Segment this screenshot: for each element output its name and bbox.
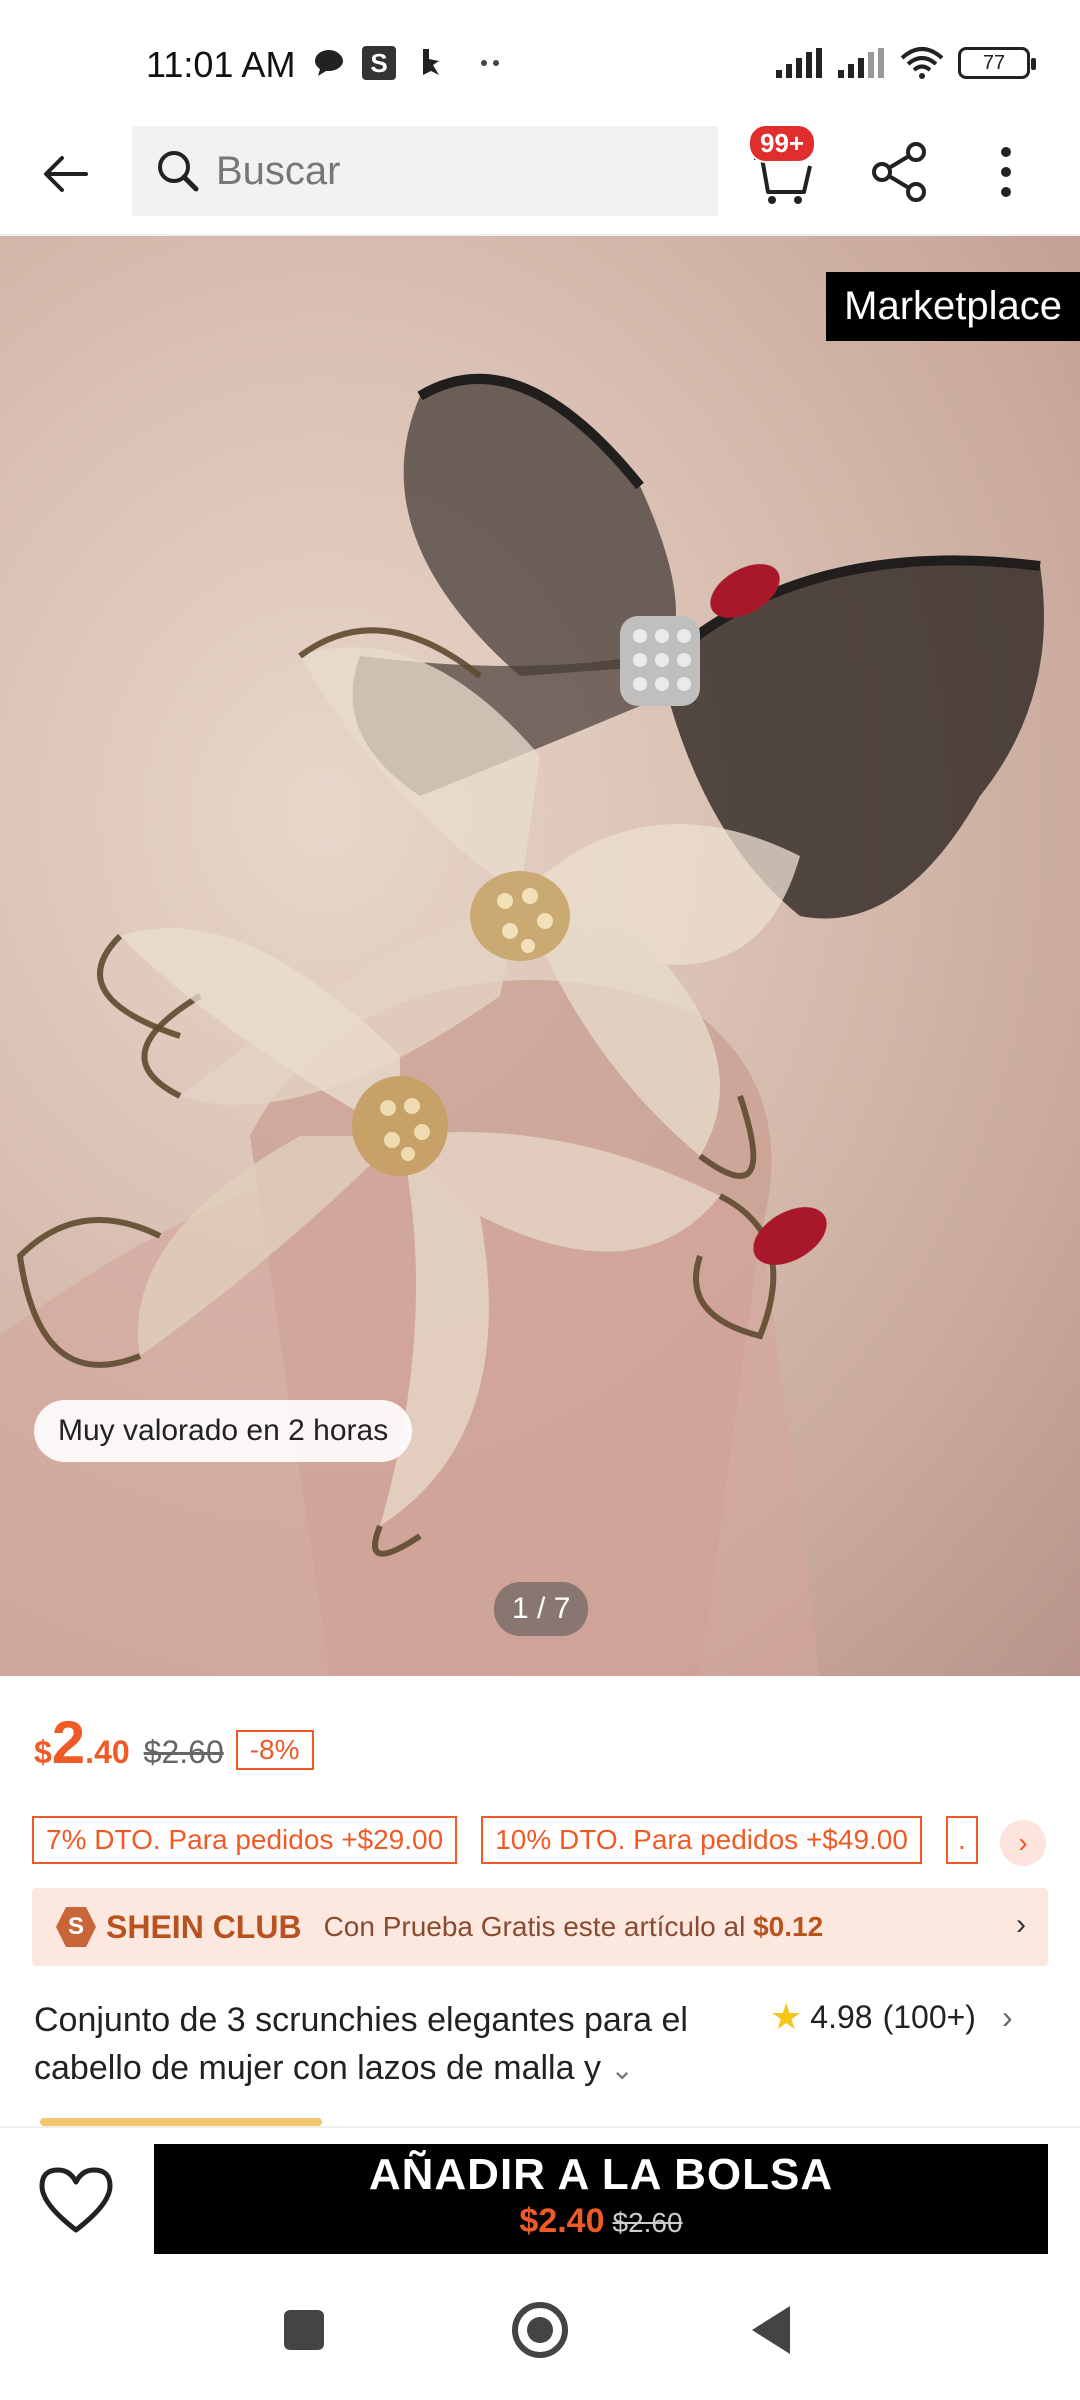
heart-icon bbox=[39, 2167, 113, 2233]
add-to-bag-price: $2.40 $2.60 bbox=[154, 2202, 1048, 2241]
cart-count-badge: 99+ bbox=[748, 124, 817, 163]
s-app-icon: S bbox=[362, 46, 396, 80]
chevron-right-icon: › bbox=[1018, 1827, 1028, 1858]
club-price: $0.12 bbox=[753, 1911, 824, 1942]
b-app-icon bbox=[414, 46, 448, 80]
club-name: SHEIN CLUB bbox=[106, 1908, 302, 1945]
chat-icon bbox=[312, 46, 346, 80]
club-offer-text: Con Prueba Gratis este artículo al $0.12 bbox=[324, 1911, 824, 1943]
status-right: 77 bbox=[776, 46, 1036, 80]
original-price: $2.60 bbox=[143, 1734, 224, 1770]
battery-icon: 77 bbox=[958, 47, 1036, 79]
club-offer-label: Con Prueba Gratis este artículo al bbox=[323, 1911, 746, 1942]
price-decimal: .40 bbox=[85, 1734, 130, 1770]
search-icon bbox=[158, 151, 199, 192]
status-time: 11:01 AM bbox=[146, 44, 296, 85]
add-to-bag-price-now: $2.40 bbox=[519, 2202, 605, 2240]
shein-club-logo-icon: S bbox=[56, 1907, 96, 1947]
product-title-text: Conjunto de 3 scrunchies elegantes para … bbox=[34, 2001, 688, 2087]
wifi-icon bbox=[900, 47, 944, 79]
product-title[interactable]: Conjunto de 3 scrunchies elegantes para … bbox=[34, 1996, 714, 2094]
home-button[interactable] bbox=[512, 2302, 568, 2358]
add-to-bag-button[interactable]: AÑADIR A LA BOLSA $2.40 $2.60 bbox=[154, 2144, 1048, 2254]
product-rating[interactable]: ★ 4.98 (100+) › bbox=[770, 1996, 1013, 2038]
image-page-indicator: 1 / 7 bbox=[494, 1582, 589, 1636]
price-currency: $ bbox=[34, 1734, 52, 1770]
arrow-left-icon bbox=[44, 156, 88, 192]
price-integer: 2 bbox=[51, 1709, 86, 1776]
recent-apps-button[interactable] bbox=[284, 2310, 324, 2350]
battery-level: 77 bbox=[982, 52, 1006, 74]
bottom-purchase-bar: AÑADIR A LA BOLSA $2.40 $2.60 bbox=[0, 2126, 1080, 2266]
coupon-chip[interactable]: 7% DTO. Para pedidos +$29.00 bbox=[32, 1816, 458, 1864]
add-to-bag-label: AÑADIR A LA BOLSA bbox=[368, 2150, 834, 2199]
more-options-button[interactable] bbox=[986, 140, 1026, 204]
chevron-down-icon[interactable]: ⌄ bbox=[610, 2054, 633, 2085]
add-to-bag-price-was: $2.60 bbox=[612, 2207, 683, 2238]
back-button[interactable] bbox=[34, 142, 98, 206]
shein-club-banner[interactable]: S SHEIN CLUB Con Prueba Gratis este artí… bbox=[32, 1888, 1048, 1966]
coupons-more-button[interactable]: › bbox=[1000, 1820, 1046, 1866]
rating-value: 4.98 bbox=[810, 1998, 873, 2035]
search-input[interactable]: Buscar bbox=[132, 126, 718, 216]
chevron-right-icon: › bbox=[1001, 1998, 1013, 2035]
more-vertical-icon bbox=[1001, 147, 1011, 197]
review-count: (100+) bbox=[882, 1998, 976, 2035]
system-back-button[interactable] bbox=[752, 2306, 790, 2354]
signal-icon bbox=[838, 48, 884, 78]
signal-icon bbox=[776, 48, 822, 78]
chevron-right-icon: › bbox=[1016, 1908, 1026, 1941]
marketplace-tag: Marketplace bbox=[826, 272, 1080, 341]
star-icon: ★ bbox=[770, 1996, 803, 2037]
top-app-bar: Buscar 99+ bbox=[0, 120, 1080, 236]
highlight-chip: Muy valorado en 2 horas bbox=[34, 1400, 413, 1462]
share-icon bbox=[872, 142, 926, 202]
status-bar: 11:01 AM S 77 bbox=[0, 0, 1080, 130]
price-row: $ 2 .40 $2.60 -8% bbox=[34, 1708, 314, 1777]
coupon-list: 7% DTO. Para pedidos +$29.00 10% DTO. Pa… bbox=[32, 1816, 978, 1864]
product-image-gallery[interactable]: Marketplace Muy valorado en 2 horas 1 / … bbox=[0, 236, 1080, 1676]
search-placeholder: Buscar bbox=[216, 148, 341, 193]
wishlist-button[interactable] bbox=[36, 2164, 116, 2236]
more-dots-icon bbox=[474, 46, 508, 80]
discount-badge: -8% bbox=[235, 1730, 314, 1770]
share-button[interactable] bbox=[868, 140, 932, 204]
coupon-chip[interactable]: . bbox=[945, 1816, 978, 1864]
coupon-chip[interactable]: 10% DTO. Para pedidos +$49.00 bbox=[481, 1816, 922, 1864]
next-section-peek bbox=[40, 2118, 322, 2126]
system-navigation-bar bbox=[0, 2266, 1080, 2400]
